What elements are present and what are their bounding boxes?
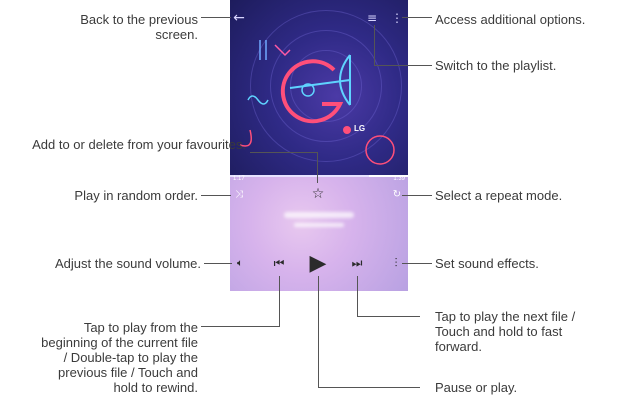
elapsed-time: 1:17: [233, 176, 245, 182]
repeat-icon[interactable]: ↻: [390, 187, 404, 201]
back-arrow-icon[interactable]: ←: [230, 9, 248, 27]
song-title-blurred: [284, 212, 354, 218]
playlist-icon[interactable]: ≡: [363, 9, 381, 27]
album-brand-label: LG: [354, 124, 366, 133]
skip-next-icon[interactable]: ⏭︎: [348, 254, 366, 272]
leader-line-effects: [402, 263, 432, 264]
star-icon[interactable]: ☆: [309, 185, 327, 203]
callout-next: Tap to play the next file / Touch and ho…: [435, 309, 576, 354]
callout-effects: Set sound effects.: [435, 256, 539, 271]
album-art-illustration: [239, 40, 395, 165]
leader-line-volume: [204, 263, 232, 264]
kebab-menu-icon[interactable]: ⋮: [390, 9, 404, 27]
leader-line-back: [201, 17, 231, 18]
leader-line-previous: [279, 276, 280, 326]
leader-line-favourites: [317, 152, 318, 183]
leader-line-previous: [201, 326, 280, 327]
leader-line-play: [318, 387, 420, 388]
callout-back: Back to the previous screen.: [80, 12, 198, 42]
artist-blurred: [294, 223, 344, 227]
callout-favourites: Add to or delete from your favourites.: [32, 137, 246, 152]
leader-line-next: [357, 276, 358, 316]
leader-line-repeat: [402, 195, 432, 196]
leader-line-play: [318, 276, 319, 387]
skip-previous-icon[interactable]: ⏮︎: [270, 254, 288, 272]
play-icon[interactable]: ▶︎: [306, 250, 330, 276]
leader-line-next: [357, 316, 420, 317]
volume-icon[interactable]: 🔈︎: [232, 255, 248, 271]
leader-line-playlist: [374, 25, 375, 65]
callout-play: Pause or play.: [435, 380, 518, 395]
leader-line-playlist: [374, 65, 432, 66]
music-player-screen: LG ← ≡ ⋮ 1:17 1:39 ☆ ⤨ ↻ 🔈︎ ⏮︎ ▶︎ ⏭︎ ⫶: [230, 0, 408, 291]
leader-line-favourites: [250, 152, 317, 153]
leader-line-options: [402, 17, 432, 18]
leader-line-random: [201, 195, 231, 196]
callout-options: Access additional options.: [435, 12, 586, 27]
callout-volume: Adjust the sound volume.: [55, 256, 201, 271]
callout-repeat: Select a repeat mode.: [435, 188, 563, 203]
callout-random: Play in random order.: [74, 188, 198, 203]
album-art: LG: [230, 0, 408, 175]
callout-playlist: Switch to the playlist.: [435, 58, 557, 73]
callout-previous: Tap to play from the beginning of the cu…: [41, 320, 198, 395]
total-duration: 1:39: [393, 176, 405, 182]
shuffle-icon[interactable]: ⤨: [232, 187, 246, 201]
